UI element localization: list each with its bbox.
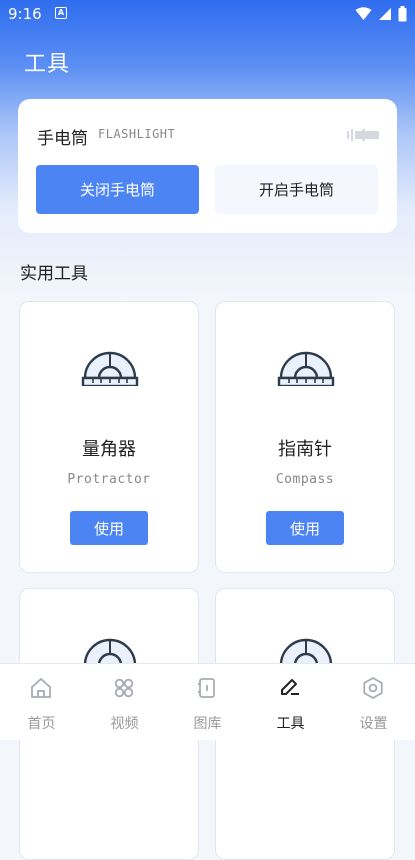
battery-icon <box>398 6 407 22</box>
flashlight-subtitle: FLASHLIGHT <box>98 127 176 141</box>
tool-card-compass[interactable]: 指南针 Compass 使用 <box>215 301 395 573</box>
nav-item-video[interactable]: 视频 <box>83 664 166 740</box>
flashlight-card: 手电筒 FLASHLIGHT 关闭手电筒 开启手电筒 <box>18 99 397 233</box>
tools-icon <box>281 679 299 695</box>
status-bar: 9:16 A <box>0 0 415 28</box>
gallery-icon <box>198 678 215 698</box>
flashlight-off-button[interactable]: 关闭手电筒 <box>36 165 199 214</box>
nav-item-tools[interactable]: 工具 <box>249 664 332 740</box>
nav-label: 设置 <box>359 716 388 732</box>
page-title: 工具 <box>24 52 71 77</box>
tool-name: 量角器 <box>82 439 136 460</box>
notification-icon: A <box>55 7 67 19</box>
tool-english-name: Protractor <box>67 472 151 487</box>
settings-icon <box>363 677 383 699</box>
status-icons <box>355 6 407 22</box>
tool-english-name: Compass <box>275 472 335 487</box>
tool-card-protractor[interactable]: 量角器 Protractor 使用 <box>19 301 199 573</box>
signal-icon <box>379 8 391 20</box>
wifi-icon <box>355 7 372 20</box>
protractor-icon <box>81 351 139 386</box>
use-protractor-button[interactable]: 使用 <box>70 511 148 545</box>
status-time: 9:16 <box>8 5 42 23</box>
nav-label: 视频 <box>110 716 139 732</box>
flashlight-icon <box>347 128 379 142</box>
tool-name: 指南针 <box>278 439 332 460</box>
nav-label: 图库 <box>193 716 222 732</box>
flashlight-on-button[interactable]: 开启手电筒 <box>215 165 378 214</box>
use-compass-button[interactable]: 使用 <box>266 511 344 545</box>
bottom-nav: 首页 视频 图库 工具 设置 <box>0 663 415 740</box>
nav-item-gallery[interactable]: 图库 <box>166 664 249 740</box>
tools-section-title: 实用工具 <box>20 264 88 284</box>
nav-item-settings[interactable]: 设置 <box>332 664 415 740</box>
nav-label: 首页 <box>27 716 56 732</box>
flashlight-title: 手电筒 <box>37 129 88 149</box>
nav-label: 工具 <box>276 716 305 732</box>
video-icon <box>114 678 134 698</box>
protractor-icon <box>277 351 335 386</box>
nav-item-home[interactable]: 首页 <box>0 664 83 740</box>
home-icon <box>31 678 51 698</box>
